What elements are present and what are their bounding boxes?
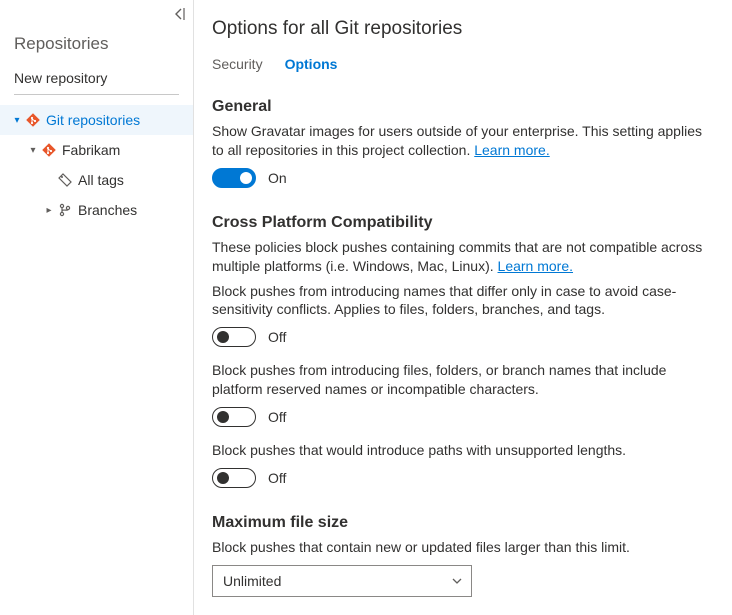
tree-label: Branches — [78, 202, 137, 218]
tree-project-fabrikam[interactable]: ▾ Fabrikam — [0, 135, 193, 165]
main-content: Options for all Git repositories Securit… — [194, 0, 732, 615]
sidebar: Repositories New repository ▾ Git reposi… — [0, 0, 194, 615]
tag-icon — [56, 173, 74, 187]
compat-desc-text: These policies block pushes containing c… — [212, 239, 702, 274]
section-heading-maxsize: Maximum file size — [212, 514, 712, 532]
sidebar-title: Repositories — [0, 28, 193, 64]
tree-label: Git repositories — [46, 112, 140, 128]
compat-description: These policies block pushes containing c… — [212, 238, 712, 276]
gravatar-toggle-state: On — [268, 170, 287, 186]
reserved-names-toggle[interactable] — [212, 407, 256, 427]
path-length-toggle[interactable] — [212, 468, 256, 488]
path-length-toggle-state: Off — [268, 470, 286, 486]
git-icon — [40, 143, 58, 157]
gravatar-toggle[interactable] — [212, 168, 256, 188]
general-description: Show Gravatar images for users outside o… — [212, 122, 712, 160]
case-sensitivity-toggle[interactable] — [212, 327, 256, 347]
repo-tree: ▾ Git repositories ▾ Fabrikam All — [0, 101, 193, 225]
tabs: Security Options — [212, 56, 712, 76]
compat-opt3-desc: Block pushes that would introduce paths … — [212, 441, 712, 460]
section-heading-compat: Cross Platform Compatibility — [212, 214, 712, 232]
tree-label: Fabrikam — [62, 142, 120, 158]
tree-root-git-repositories[interactable]: ▾ Git repositories — [0, 105, 193, 135]
chevron-down-icon — [451, 575, 463, 587]
reserved-names-toggle-state: Off — [268, 409, 286, 425]
sidebar-separator — [14, 94, 179, 95]
learn-more-link[interactable]: Learn more. — [498, 258, 573, 274]
chevron-down-icon: ▾ — [10, 115, 24, 126]
maxsize-desc: Block pushes that contain new or updated… — [212, 538, 712, 557]
page-title: Options for all Git repositories — [212, 18, 712, 40]
learn-more-link[interactable]: Learn more. — [474, 142, 549, 158]
section-heading-general: General — [212, 98, 712, 116]
tree-label: All tags — [78, 172, 124, 188]
chevron-right-icon: ▸ — [42, 205, 56, 216]
tree-branches[interactable]: ▸ Branches — [0, 195, 193, 225]
compat-opt1-desc: Block pushes from introducing names that… — [212, 282, 712, 320]
branch-icon — [56, 203, 74, 217]
new-repository-link[interactable]: New repository — [0, 64, 193, 94]
git-icon — [24, 113, 42, 127]
case-sensitivity-toggle-state: Off — [268, 329, 286, 345]
max-file-size-value: Unlimited — [223, 573, 281, 589]
tree-all-tags[interactable]: All tags — [0, 165, 193, 195]
tab-options[interactable]: Options — [285, 56, 338, 76]
compat-opt2-desc: Block pushes from introducing files, fol… — [212, 361, 712, 399]
collapse-sidebar-icon[interactable] — [175, 8, 185, 28]
max-file-size-select[interactable]: Unlimited — [212, 565, 472, 597]
general-desc-text: Show Gravatar images for users outside o… — [212, 123, 702, 158]
chevron-down-icon: ▾ — [26, 145, 40, 156]
tab-security[interactable]: Security — [212, 56, 263, 76]
